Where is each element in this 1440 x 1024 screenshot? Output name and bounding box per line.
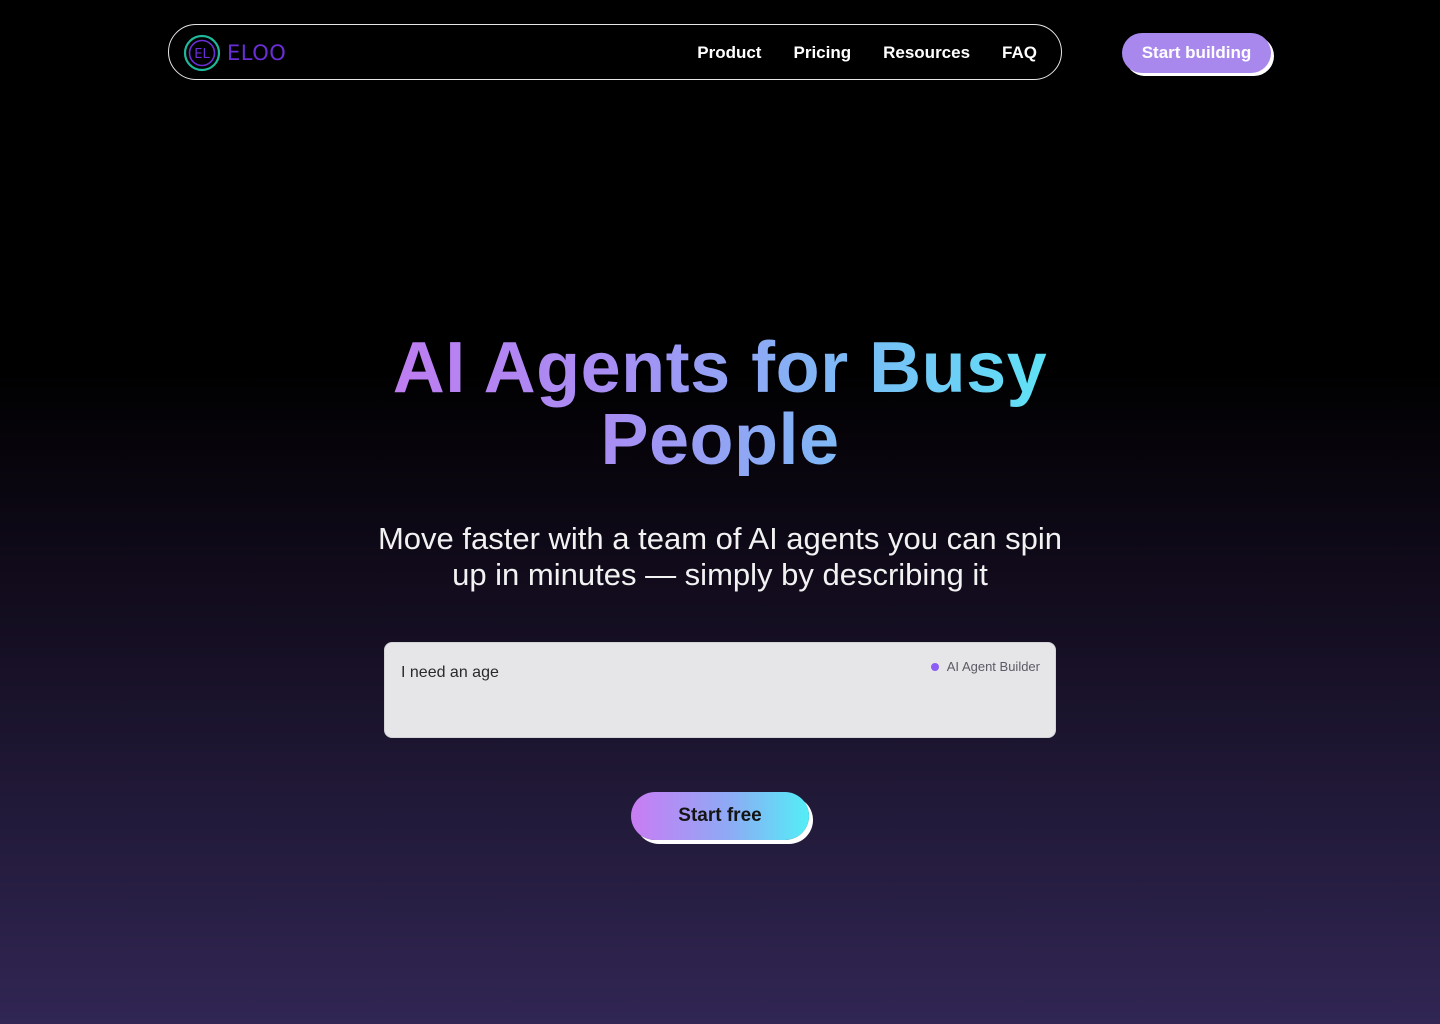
brand-logo[interactable]: EL ELOO <box>183 34 286 72</box>
top-navigation: EL ELOO Product Pricing Resources FAQ <box>168 24 1062 80</box>
nav-link-resources[interactable]: Resources <box>883 43 970 63</box>
start-free-button[interactable]: Start free <box>631 792 809 840</box>
hero-title-wrap: AI Agents for Busy People <box>0 332 1440 476</box>
brand-name: ELOO <box>227 41 287 65</box>
ai-agent-builder-tag: AI Agent Builder <box>930 659 1040 674</box>
nav-link-faq[interactable]: FAQ <box>1002 43 1037 63</box>
nav-link-product[interactable]: Product <box>697 43 761 63</box>
circle-el-monogram-icon: EL <box>183 34 221 72</box>
logo-mark-text: EL <box>194 47 210 62</box>
nav-links: Product Pricing Resources FAQ <box>697 25 1037 81</box>
nav-link-pricing[interactable]: Pricing <box>793 43 851 63</box>
hero-subtitle: Move faster with a team of AI agents you… <box>377 521 1063 592</box>
builder-tag-label: AI Agent Builder <box>946 659 1040 674</box>
hero-subtitle-wrap: Move faster with a team of AI agents you… <box>0 521 1440 593</box>
agent-description-input[interactable] <box>401 661 881 685</box>
agent-prompt-box[interactable]: AI Agent Builder <box>384 642 1056 738</box>
hero-title: AI Agents for Busy People <box>370 332 1070 476</box>
status-dot-icon <box>930 662 939 671</box>
start-building-button[interactable]: Start building <box>1122 33 1271 73</box>
